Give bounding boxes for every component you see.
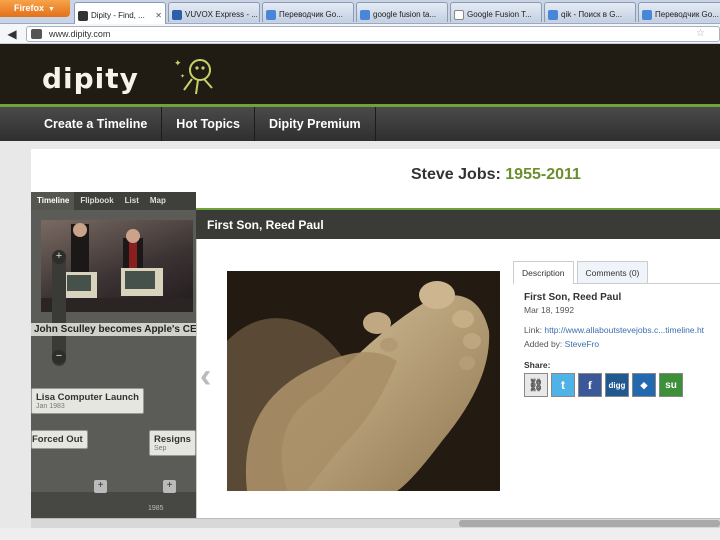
browser-tab[interactable]: Переводчик Go... — [262, 2, 354, 22]
tab-label: Переводчик Go... — [279, 10, 343, 19]
nav-create-timeline[interactable]: Create a Timeline — [0, 107, 163, 141]
previous-arrow-icon[interactable]: ‹ — [200, 357, 211, 396]
digg-icon[interactable]: digg — [605, 373, 629, 397]
dipity-favicon-icon — [78, 10, 88, 21]
site-identity-icon — [31, 29, 42, 39]
facebook-icon[interactable]: f — [578, 373, 602, 397]
zoom-in-icon[interactable]: + — [52, 250, 66, 264]
dipity-logo[interactable]: dipity — [42, 62, 139, 95]
browser-tab[interactable]: Dipity - Find, ... ✕ — [74, 2, 166, 24]
link-label: Link: — [524, 325, 542, 335]
browser-tab[interactable]: Переводчик Go... — [638, 2, 720, 22]
share-label: Share: — [524, 360, 551, 370]
add-event-icon[interactable]: + — [94, 480, 107, 493]
event-date: Mar 18, 1992 — [524, 305, 575, 315]
event-title: First Son, Reed Paul — [524, 292, 622, 303]
added-by-user[interactable]: SteveFro — [565, 339, 600, 349]
added-by-label: Added by: — [524, 339, 563, 349]
event-label: Forced Out — [32, 434, 83, 445]
event-label: John Sculley becomes Apple's CEO — [34, 324, 196, 335]
address-text: www.dipity.com — [49, 29, 111, 39]
event-link: Link: http://www.allaboutstevejobs.c...t… — [524, 325, 704, 335]
tab-label: Google Fusion T... — [467, 10, 532, 19]
firefox-menu-label: Firefox — [14, 3, 45, 13]
tab-label: VUVOX Express - ... — [185, 10, 258, 19]
event-marker[interactable]: Resigns Sep — [149, 430, 196, 456]
zoom-out-icon[interactable]: − — [52, 350, 66, 364]
share-buttons: ⛓ t f digg ◆ su — [524, 373, 683, 397]
event-date: Jan 1983 — [36, 403, 65, 410]
scrollbar-thumb[interactable] — [459, 520, 720, 527]
google-favicon-icon — [360, 9, 370, 20]
title-years: 1955-2011 — [505, 166, 581, 183]
tab-label: Переводчик Go... — [655, 10, 719, 19]
event-date: Sep — [154, 445, 167, 452]
title-name: Steve Jobs: — [411, 166, 501, 183]
axis-year-label: 1985 — [148, 505, 164, 512]
timeline-axis-strip: + + 1985 — [31, 480, 196, 518]
tab-label: Dipity - Find, ... — [91, 11, 145, 20]
close-icon[interactable]: ✕ — [155, 11, 162, 20]
tab-label: qik - Поиск в G... — [561, 10, 623, 19]
event-label: Resigns — [154, 434, 191, 445]
tab-timeline[interactable]: Timeline — [31, 192, 75, 210]
page-favicon-icon — [454, 9, 464, 20]
address-bar[interactable]: www.dipity.com ☆ — [26, 26, 720, 42]
svg-text:✦: ✦ — [180, 73, 185, 80]
tab-comments[interactable]: Comments (0) — [576, 261, 649, 283]
tab-label: google fusion ta... — [373, 10, 437, 19]
stumbleupon-icon[interactable]: su — [659, 373, 683, 397]
page-title: Steve Jobs: 1955-2011 — [411, 166, 581, 184]
twitter-icon[interactable]: t — [551, 373, 575, 397]
link-icon[interactable]: ⛓ — [524, 373, 548, 397]
browser-tab-strip: Firefox ▼ Dipity - Find, ... ✕ VUVOX Expre… — [0, 0, 720, 24]
link-url[interactable]: http://www.allaboutstevejobs.c...timelin… — [544, 325, 704, 335]
translate-favicon-icon — [642, 9, 652, 20]
main-nav: Create a Timeline Hot Topics Dipity Prem… — [0, 107, 720, 141]
back-arrow-icon[interactable]: ◀ — [4, 26, 20, 42]
browser-nav-bar: ◀ www.dipity.com ☆ — [0, 24, 720, 44]
event-marker[interactable]: John Sculley becomes Apple's CEO — [31, 323, 196, 336]
translate-favicon-icon — [266, 9, 276, 20]
delicious-icon[interactable]: ◆ — [632, 373, 656, 397]
tab-description[interactable]: Description — [513, 261, 574, 284]
browser-tab[interactable]: Google Fusion T... — [450, 2, 542, 22]
browser-tab[interactable]: VUVOX Express - ... — [168, 2, 260, 22]
bookmark-star-icon[interactable]: ☆ — [696, 28, 705, 39]
event-photo — [227, 271, 500, 491]
timeline-view-tabs: Timeline Flipbook List Map — [31, 192, 196, 210]
firefox-menu-button[interactable]: Firefox ▼ — [0, 0, 70, 17]
tab-list[interactable]: List — [119, 192, 144, 210]
timeline-widget[interactable]: Timeline Flipbook List Map + − John Scul… — [31, 192, 196, 518]
nav-dipity-premium[interactable]: Dipity Premium — [255, 107, 376, 141]
horizontal-scrollbar[interactable] — [31, 518, 720, 528]
google-favicon-icon — [548, 9, 558, 20]
tab-map[interactable]: Map — [144, 192, 171, 210]
event-marker[interactable]: Forced Out — [31, 430, 88, 449]
dipity-mascot-icon: ✦ ✦ — [174, 59, 213, 95]
vuvox-favicon-icon — [172, 9, 182, 20]
browser-tab[interactable]: qik - Поиск в G... — [544, 2, 636, 22]
add-event-icon[interactable]: + — [163, 480, 176, 493]
svg-text:✦: ✦ — [174, 59, 182, 69]
page-bottom — [0, 528, 720, 540]
browser-tab[interactable]: google fusion ta... — [356, 2, 448, 22]
event-label: Lisa Computer Launch — [36, 392, 139, 403]
event-marker[interactable]: Lisa Computer Launch Jan 1983 — [31, 388, 144, 414]
nav-hot-topics[interactable]: Hot Topics — [162, 107, 255, 141]
dropdown-arrow-icon: ▼ — [48, 6, 55, 13]
detail-tabs: Description Comments (0) — [513, 261, 720, 284]
added-by: Added by: SteveFro — [524, 339, 599, 349]
event-panel-header: First Son, Reed Paul — [196, 208, 720, 239]
tab-flipbook[interactable]: Flipbook — [74, 192, 118, 210]
